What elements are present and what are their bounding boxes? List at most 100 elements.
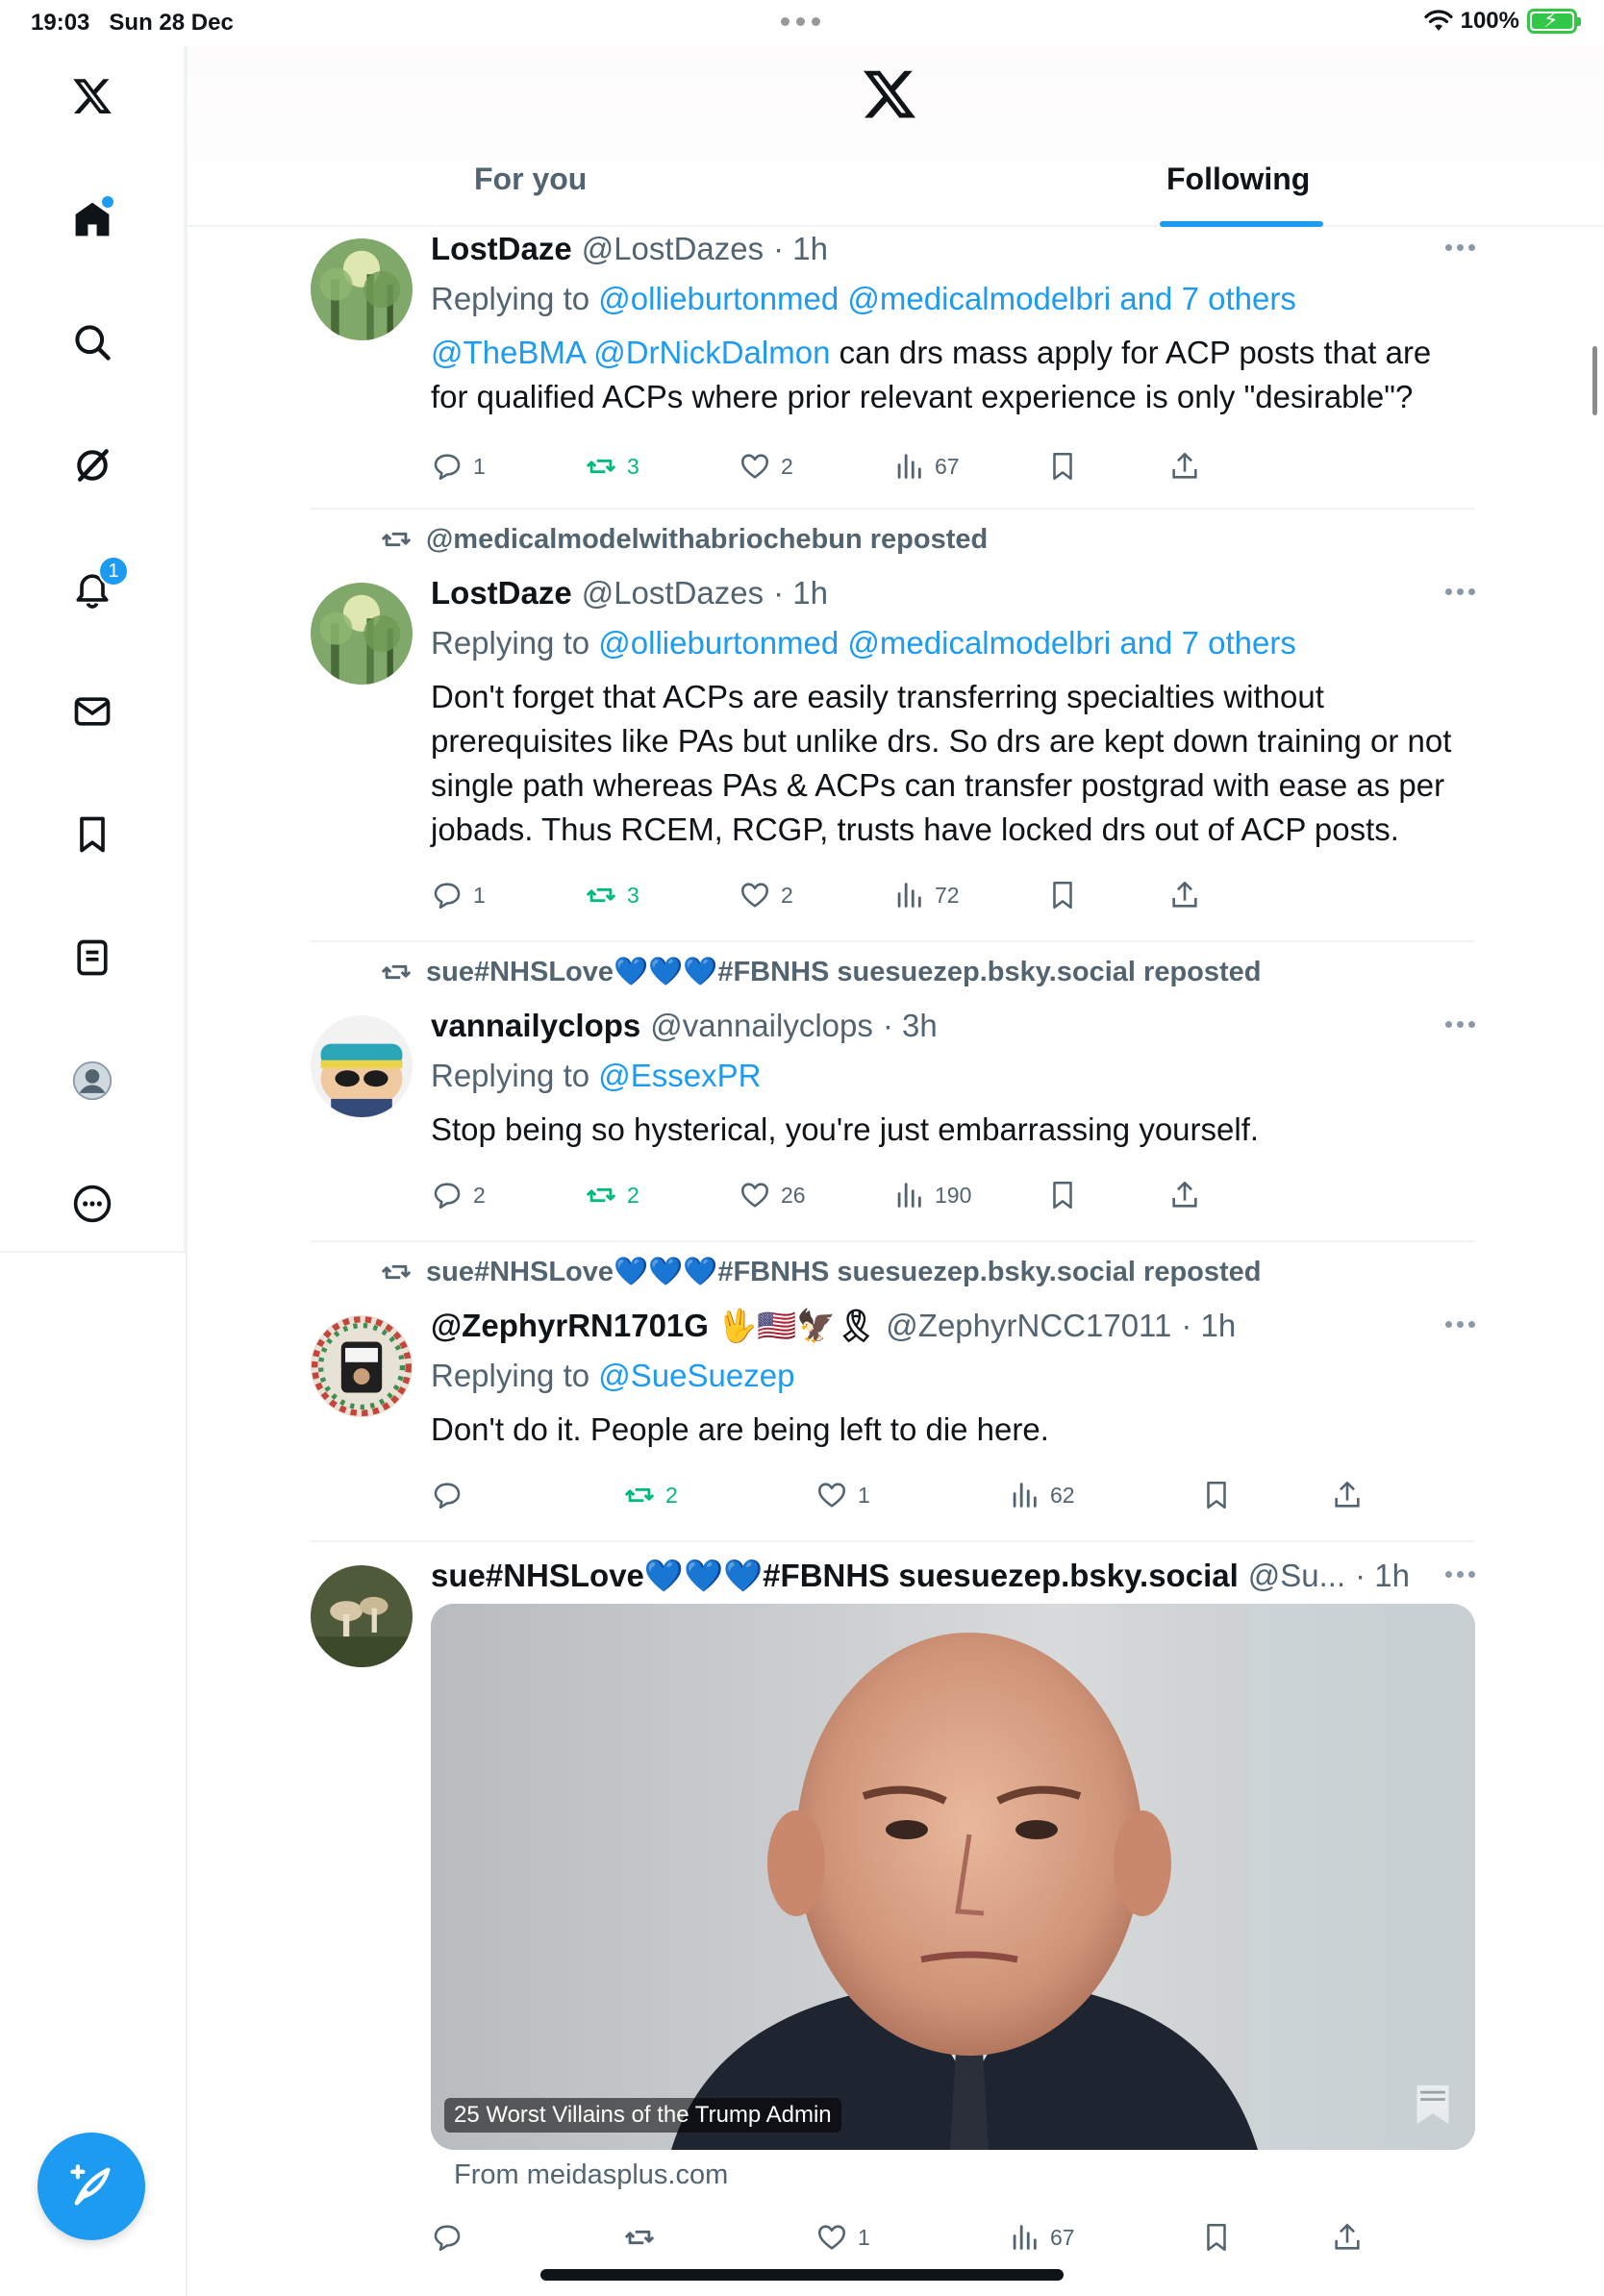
- author-handle[interactable]: @Su...: [1248, 1554, 1345, 1598]
- reply-button[interactable]: [431, 1479, 473, 1511]
- like-button[interactable]: 1: [815, 1479, 870, 1511]
- bookmark-button[interactable]: [1046, 879, 1079, 911]
- reply-icon: [434, 1183, 461, 1210]
- multitasking-dots[interactable]: [781, 17, 820, 26]
- more-options-icon[interactable]: [1445, 1321, 1475, 1328]
- post-time[interactable]: · 1h: [773, 227, 828, 271]
- repost-button[interactable]: [623, 2221, 665, 2254]
- share-button[interactable]: [1168, 879, 1201, 911]
- more-options-icon[interactable]: [1445, 244, 1475, 251]
- search-icon[interactable]: [62, 312, 123, 373]
- repost-button[interactable]: 3: [585, 879, 639, 911]
- share-button[interactable]: [1168, 1179, 1201, 1211]
- more-options-icon[interactable]: [1445, 588, 1475, 595]
- like-button[interactable]: 26: [739, 1179, 806, 1211]
- author-handle[interactable]: @vannailyclops: [650, 1004, 873, 1048]
- tweet[interactable]: @medicalmodelwithabriochebun reposted Lo…: [188, 510, 1604, 942]
- messages-icon[interactable]: [62, 681, 123, 742]
- x-logo-icon: [864, 70, 915, 118]
- author-name[interactable]: LostDaze: [431, 571, 572, 615]
- author-handle[interactable]: @LostDazes: [582, 227, 764, 271]
- tweet[interactable]: sue#NHSLove💙💙💙#FBNHS suesuezep.bsky.soci…: [188, 1542, 1604, 2296]
- avatar[interactable]: [311, 583, 413, 685]
- bookmark-button[interactable]: [1046, 450, 1079, 483]
- tweet[interactable]: sue#NHSLove💙💙💙#FBNHS suesuezep.bsky.soci…: [188, 942, 1604, 1242]
- author-name[interactable]: vannailyclops: [431, 1004, 640, 1048]
- tweet[interactable]: LostDaze @LostDazes · 1h Replying to @olli…: [188, 227, 1604, 508]
- post-time[interactable]: · 1h: [1181, 1304, 1236, 1348]
- author-handle[interactable]: @LostDazes: [582, 571, 764, 615]
- reposted-by[interactable]: @medicalmodelwithabriochebun reposted: [426, 524, 988, 556]
- post-time[interactable]: · 1h: [1355, 1554, 1410, 1598]
- views-button[interactable]: 72: [892, 879, 960, 911]
- share-button[interactable]: [1331, 1479, 1364, 1511]
- views-button[interactable]: 67: [1008, 2221, 1075, 2254]
- repost-count: 3: [627, 453, 639, 479]
- lists-icon[interactable]: [62, 927, 123, 988]
- link-source[interactable]: From meidasplus.com: [454, 2159, 1475, 2191]
- bookmark-icon: [1053, 881, 1072, 910]
- repost-button[interactable]: 2: [585, 1179, 639, 1211]
- repost-button[interactable]: 2: [623, 1479, 678, 1511]
- reposted-by[interactable]: sue#NHSLove💙💙💙#FBNHS suesuezep.bsky.soci…: [426, 956, 1262, 988]
- post-time[interactable]: · 3h: [883, 1004, 938, 1048]
- share-button[interactable]: [1331, 2221, 1364, 2254]
- bookmark-button[interactable]: [1200, 1479, 1233, 1511]
- author-name[interactable]: sue#NHSLove💙💙💙#FBNHS suesuezep.bsky.soci…: [431, 1554, 1239, 1598]
- repost-button[interactable]: 3: [585, 450, 639, 483]
- more-options-icon[interactable]: [1445, 1021, 1475, 1028]
- battery-percent: 100%: [1460, 8, 1519, 34]
- home-indicator[interactable]: [540, 2269, 1064, 2281]
- views-icon: [897, 1183, 921, 1208]
- x-logo-icon[interactable]: [62, 65, 123, 127]
- avatar[interactable]: [311, 238, 413, 340]
- replying-to-users[interactable]: @ollieburtonmed @medicalmodelbri and 7 o…: [598, 625, 1296, 661]
- notifications-icon[interactable]: 1: [62, 556, 129, 619]
- reply-button[interactable]: 2: [431, 1179, 486, 1211]
- heart-icon: [740, 883, 769, 908]
- link-card-image[interactable]: 25 Worst Villains of the Trump Admin: [431, 1604, 1475, 2150]
- bookmarks-icon[interactable]: [62, 804, 123, 865]
- more-options-icon[interactable]: [1445, 1571, 1475, 1578]
- avatar[interactable]: [311, 1015, 413, 1117]
- replying-to-users[interactable]: @SueSuezep: [598, 1358, 794, 1393]
- grok-icon[interactable]: [62, 435, 123, 496]
- tab-following[interactable]: Following: [1166, 162, 1310, 197]
- post-time[interactable]: · 1h: [773, 571, 828, 615]
- share-button[interactable]: [1168, 450, 1201, 483]
- views-button[interactable]: 190: [892, 1179, 971, 1211]
- like-button[interactable]: 2: [739, 879, 793, 911]
- author-name[interactable]: LostDaze: [431, 227, 572, 271]
- scrollbar[interactable]: [1592, 346, 1597, 415]
- profile-avatar-icon[interactable]: [62, 1050, 123, 1111]
- author-name[interactable]: @ZephyrRN1701G 🖖🇺🇸🦅🎗: [431, 1304, 876, 1348]
- reposted-by[interactable]: sue#NHSLove💙💙💙#FBNHS suesuezep.bsky.soci…: [426, 1256, 1262, 1288]
- reply-button[interactable]: 1: [431, 879, 486, 911]
- views-button[interactable]: 67: [892, 450, 960, 483]
- avatar[interactable]: [311, 1565, 413, 1667]
- like-button[interactable]: 1: [815, 2221, 870, 2254]
- tweet[interactable]: sue#NHSLove💙💙💙#FBNHS suesuezep.bsky.soci…: [188, 1242, 1604, 1542]
- avatar[interactable]: [311, 1315, 413, 1417]
- view-count: 190: [935, 1182, 972, 1208]
- replying-to-users[interactable]: @ollieburtonmed @medicalmodelbri and 7 o…: [598, 281, 1296, 316]
- views-icon: [1013, 2225, 1037, 2250]
- bookmark-button[interactable]: [1200, 2221, 1233, 2254]
- repost-icon: [624, 2230, 655, 2245]
- bookmark-icon: [1207, 1481, 1226, 1510]
- like-button[interactable]: 2: [739, 450, 793, 483]
- replying-to-users[interactable]: @EssexPR: [598, 1058, 761, 1093]
- reply-button[interactable]: [431, 2221, 473, 2254]
- repost-icon: [381, 532, 412, 547]
- compose-post-button[interactable]: [38, 2133, 145, 2240]
- bookmark-button[interactable]: [1046, 1179, 1079, 1211]
- reply-button[interactable]: 1: [431, 450, 486, 483]
- tab-for-you[interactable]: For you: [474, 162, 587, 197]
- heart-icon: [817, 1483, 846, 1508]
- more-icon[interactable]: [62, 1173, 123, 1235]
- mentions[interactable]: @TheBMA @DrNickDalmon: [431, 335, 830, 370]
- home-icon[interactable]: [62, 188, 123, 250]
- repost-icon: [381, 964, 412, 980]
- author-handle[interactable]: @ZephyrNCC17011: [886, 1304, 1171, 1348]
- views-button[interactable]: 62: [1008, 1479, 1075, 1511]
